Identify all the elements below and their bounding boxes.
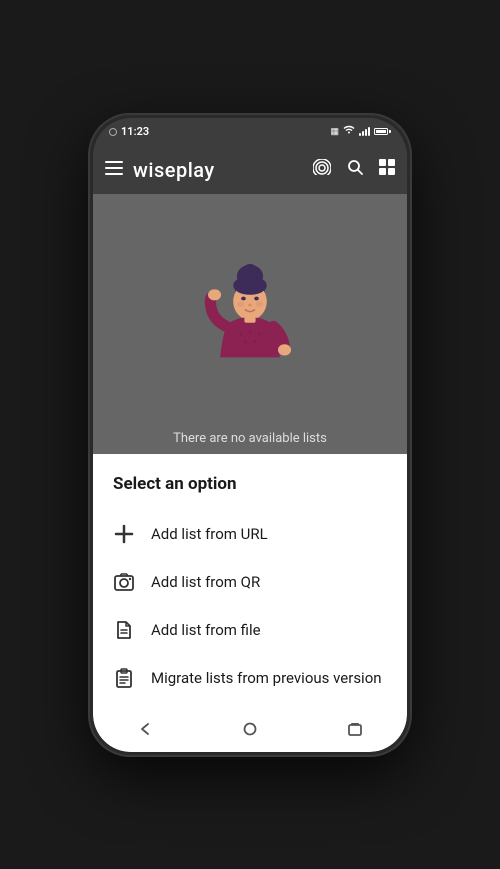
migrate-option[interactable]: Migrate lists from previous version [93, 654, 407, 702]
battery-indicator [374, 128, 391, 135]
add-url-option[interactable]: Add list from URL [93, 510, 407, 558]
status-time-area: 11:23 [109, 125, 149, 138]
app-title: wiseplay [133, 158, 303, 182]
add-qr-label: Add list from QR [151, 573, 260, 591]
screen: 11:23 ▦ [93, 118, 407, 752]
power-button[interactable] [408, 258, 410, 318]
cast-icon[interactable] [313, 159, 331, 180]
home-button[interactable] [230, 711, 270, 747]
wifi-icon [343, 125, 355, 138]
bottom-sheet: Select an option Add list from URL [93, 454, 407, 710]
person-illustration [190, 250, 310, 390]
volume-down-button[interactable] [90, 288, 92, 328]
file-icon [113, 619, 135, 641]
menu-button[interactable] [105, 159, 123, 180]
app-bar: wiseplay [93, 146, 407, 194]
back-button[interactable] [125, 711, 165, 747]
add-file-option[interactable]: Add list from file [93, 606, 407, 654]
status-bar: 11:23 ▦ [93, 118, 407, 146]
signal-bars [359, 127, 370, 136]
app-bar-actions [313, 159, 395, 180]
search-button[interactable] [347, 159, 363, 180]
recents-button[interactable] [335, 711, 375, 747]
plus-icon [113, 523, 135, 545]
add-qr-option[interactable]: Add list from QR [93, 558, 407, 606]
volume-up-button[interactable] [90, 238, 92, 278]
time-display: 11:23 [121, 125, 149, 138]
no-lists-text: There are no available lists [153, 431, 347, 446]
add-url-label: Add list from URL [151, 525, 268, 543]
nav-bar [93, 710, 407, 752]
phone-frame: 11:23 ▦ [90, 115, 410, 755]
grid-view-button[interactable] [379, 159, 395, 180]
status-icons: ▦ [330, 125, 391, 138]
qr-icon [113, 571, 135, 593]
bottom-sheet-title: Select an option [93, 474, 407, 510]
migrate-label: Migrate lists from previous version [151, 669, 382, 687]
main-content: There are no available lists [93, 194, 407, 454]
status-dot [109, 128, 117, 136]
add-file-label: Add list from file [151, 621, 261, 639]
illustration-area: There are no available lists [93, 194, 407, 454]
clipboard-icon [113, 667, 135, 689]
sim-icon: ▦ [330, 127, 339, 137]
